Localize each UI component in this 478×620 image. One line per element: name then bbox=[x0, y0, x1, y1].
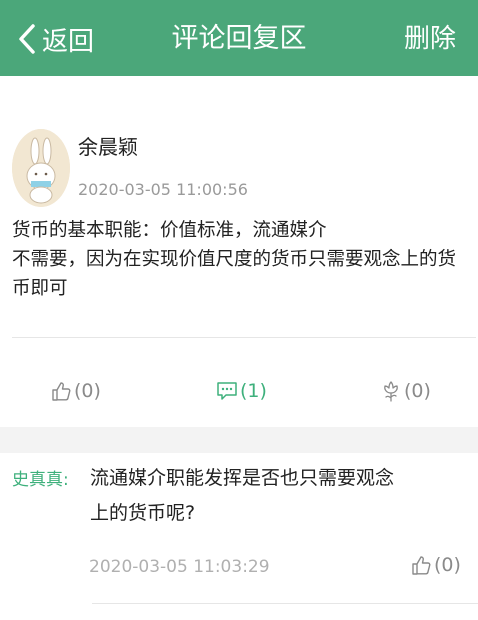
like-count: (0) bbox=[74, 380, 101, 402]
comment-button[interactable]: (1) bbox=[216, 380, 267, 402]
reply-like-button[interactable]: (0) bbox=[410, 554, 461, 576]
bunny-icon bbox=[12, 129, 70, 207]
reply-timestamp: 2020-03-05 11:03:29 bbox=[89, 557, 270, 577]
section-gap bbox=[0, 427, 478, 453]
action-bar: (0) (1) (0) bbox=[0, 366, 478, 428]
divider bbox=[92, 603, 478, 604]
post-author: 余晨颖 bbox=[78, 135, 138, 159]
flower-button[interactable]: (0) bbox=[380, 380, 431, 402]
avatar[interactable] bbox=[12, 129, 70, 207]
thumbs-up-icon bbox=[52, 382, 71, 401]
post-timestamp: 2020-03-05 11:00:56 bbox=[78, 180, 248, 199]
thumbs-up-icon bbox=[412, 556, 431, 575]
like-button[interactable]: (0) bbox=[50, 380, 101, 402]
post-content: 货币的基本职能：价值标准，流通媒介 不需要，因为在实现价值尺度的货币只需要观念上… bbox=[12, 220, 457, 299]
comment-icon bbox=[217, 382, 237, 400]
top-bar: 返回 评论回复区 删除 bbox=[0, 0, 478, 76]
flower-icon bbox=[384, 381, 398, 402]
reply-like-count: (0) bbox=[434, 554, 461, 576]
reply-author[interactable]: 史真真: bbox=[12, 465, 69, 490]
flower-count: (0) bbox=[404, 380, 431, 402]
reply-text: 流通媒介职能发挥是否也只需要观念上的货币呢? bbox=[90, 467, 395, 524]
delete-button[interactable]: 删除 bbox=[404, 19, 456, 59]
divider bbox=[12, 337, 476, 338]
comment-count: (1) bbox=[240, 380, 267, 402]
